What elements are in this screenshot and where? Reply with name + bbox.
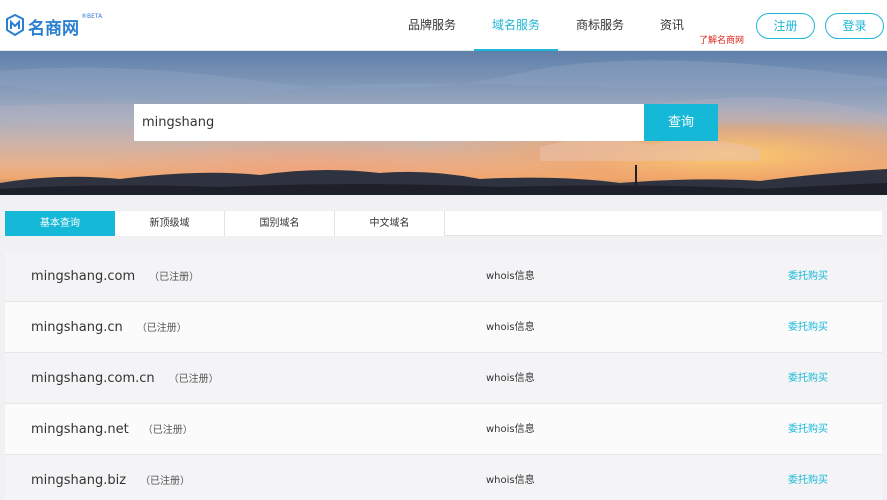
domain-name: mingshang.net （已注册） <box>31 422 193 437</box>
broker-purchase-link[interactable]: 委托购买 <box>788 302 828 353</box>
tab-country-domains[interactable]: 国别域名 <box>225 211 335 236</box>
nav-brand-services[interactable]: 品牌服务 <box>397 0 467 51</box>
tab-new-gtld[interactable]: 新顶级域 <box>115 211 225 236</box>
search-type-tabs: 基本查询 新顶级域 国别域名 中文域名 <box>5 211 882 236</box>
register-button[interactable]: 注册 <box>756 13 815 39</box>
login-button[interactable]: 登录 <box>825 13 884 39</box>
tab-chinese-domains[interactable]: 中文域名 <box>335 211 445 236</box>
nav-domain-services[interactable]: 域名服务 <box>474 0 558 51</box>
broker-purchase-link[interactable]: 委托购买 <box>788 353 828 404</box>
registration-status: （已注册） <box>136 323 187 334</box>
result-row: mingshang.com （已注册） whois信息 委托购买 <box>5 251 882 302</box>
whois-link[interactable]: whois信息 <box>486 353 535 404</box>
nav-label: 域名服务 <box>491 18 540 32</box>
result-row: mingshang.com.cn （已注册） whois信息 委托购买 <box>5 353 882 404</box>
logo-text: 名商网 <box>28 19 79 39</box>
broker-purchase-link[interactable]: 委托购买 <box>788 404 828 455</box>
tab-basic-query[interactable]: 基本查询 <box>5 211 115 236</box>
domain-search-box[interactable] <box>134 104 644 141</box>
nav-label: 品牌服务 <box>407 18 456 32</box>
registration-status: （已注册） <box>142 425 193 436</box>
domain-name: mingshang.com.cn （已注册） <box>31 371 219 386</box>
logo-m-icon <box>6 14 24 36</box>
search-banner: 查询 <box>0 51 887 195</box>
nav-trademark-services[interactable]: 商标服务 <box>565 0 635 51</box>
whois-link[interactable]: whois信息 <box>486 251 535 302</box>
about-link[interactable]: 了解名商网 <box>699 33 744 46</box>
result-row: mingshang.net （已注册） whois信息 委托购买 <box>5 404 882 455</box>
registration-status: （已注册） <box>168 374 219 385</box>
domain-name: mingshang.biz （已注册） <box>31 473 191 488</box>
nav-label: 商标服务 <box>575 18 624 32</box>
result-row: mingshang.biz （已注册） whois信息 委托购买 <box>5 455 882 500</box>
domain-search-input[interactable] <box>134 104 644 141</box>
domain-name: mingshang.cn （已注册） <box>31 320 187 335</box>
top-header: 名商网 ®BETA 品牌服务 域名服务 商标服务 资讯 了解名商网 注册 登录 <box>0 0 887 51</box>
whois-link[interactable]: whois信息 <box>486 455 535 500</box>
domain-name: mingshang.com （已注册） <box>31 269 200 284</box>
search-button[interactable]: 查询 <box>644 104 718 141</box>
site-logo[interactable]: 名商网 ®BETA <box>5 10 102 40</box>
result-row: mingshang.cn （已注册） whois信息 委托购买 <box>5 302 882 353</box>
whois-link[interactable]: whois信息 <box>486 302 535 353</box>
broker-purchase-link[interactable]: 委托购买 <box>788 455 828 500</box>
registration-status: （已注册） <box>149 272 200 283</box>
nav-news[interactable]: 资讯 <box>650 0 694 51</box>
logo-beta-badge: ®BETA <box>81 13 103 20</box>
registration-status: （已注册） <box>140 476 191 487</box>
nav-label: 资讯 <box>659 18 684 32</box>
broker-purchase-link[interactable]: 委托购买 <box>788 251 828 302</box>
whois-link[interactable]: whois信息 <box>486 404 535 455</box>
